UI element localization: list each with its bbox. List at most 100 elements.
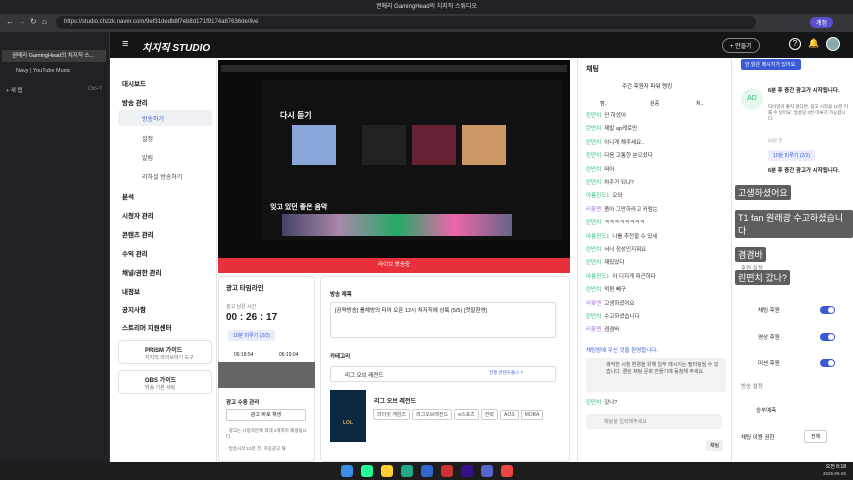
chat-message: 린떤치 갔나? <box>586 400 618 406</box>
refresh-icon[interactable]: ↻ <box>30 17 37 26</box>
nav-myinfo[interactable]: 내정보 <box>122 286 140 296</box>
ad-time-end: 06:19:04 <box>279 352 299 358</box>
tag[interactable]: 리그오브레전드 <box>412 409 453 420</box>
rank-2: 원중 <box>650 101 660 107</box>
nav-broadcast[interactable]: 방송 관리 <box>122 97 148 107</box>
tab-active[interactable]: 권메리 GamingHead의 치지직 스... <box>2 50 106 62</box>
ad-delay-button[interactable]: 10분 미루기 (2/2) <box>228 330 276 341</box>
nav-channel[interactable]: 채널/권한 관리 <box>122 267 162 277</box>
ad-remaining-time: 00 : 26 : 17 <box>226 312 278 323</box>
prism-guide[interactable]: PRISM 가이드 치지직 라이브하기 도구 <box>118 340 212 364</box>
chat-message: 린떤치 수고하셨습니다 <box>586 314 640 320</box>
ad-note: · 방송시작 10분 전, 자동광고 재 <box>226 446 286 451</box>
taskbar-app-icon[interactable] <box>441 465 453 477</box>
title-input[interactable]: [공략방송] 롤체방의 티어 오픈 12시 치지직에 상륙 (5/5) [첫말환… <box>330 302 556 338</box>
folder-icon[interactable] <box>381 465 393 477</box>
tag[interactable]: 라이엇 게임즈 <box>373 409 410 420</box>
rank-1: 캠.. <box>600 101 608 107</box>
tab-sidebar <box>0 32 110 462</box>
nav-sub-golive[interactable]: 방송하기 <box>142 114 164 123</box>
windows-start-icon[interactable] <box>341 465 353 477</box>
preview-section1: 다시 듣기 <box>280 111 312 120</box>
chat-message: 아름진드1 오와 <box>586 193 623 200</box>
preview-browser-bar <box>221 65 567 72</box>
ad-remaining-label: 광고 남은 시간 <box>226 304 257 310</box>
tab-youtube-music[interactable]: Navy | YouTube Music <box>2 65 106 77</box>
chrome-icon[interactable] <box>501 465 513 477</box>
chat-message: 리꽃엔 겸겸바 <box>586 327 620 334</box>
nav-revenue[interactable]: 수익 관리 <box>122 248 148 258</box>
new-tab-button[interactable]: + 새 탭 <box>6 86 22 94</box>
ad-note: · 광고는 시청자분께 최대 2개까지 재생됩니다. <box>226 428 307 439</box>
window-title: 권메리 GamingHead의 치지직 스튜디오 <box>0 0 853 14</box>
help-icon[interactable]: ? <box>789 38 801 50</box>
avatar[interactable] <box>826 37 840 51</box>
tag[interactable]: e스포츠 <box>454 409 479 420</box>
premiere-icon[interactable] <box>461 465 473 477</box>
ad-avatar: AD <box>741 88 763 110</box>
studio-logo[interactable]: 치지직 STUDIO <box>142 39 210 54</box>
chat-send-button[interactable]: 채팅 <box>706 440 724 451</box>
live-badge: 라이브 방송중 <box>218 258 570 273</box>
profile-button[interactable]: 계정 <box>810 17 834 28</box>
obs-guide[interactable]: OBS 가이드 방송 기본 세팅 <box>118 370 212 394</box>
notice-title: 6분 후 중간 광고가 시작됩니다. <box>768 168 840 174</box>
edge-icon[interactable] <box>401 465 413 477</box>
album-art <box>362 125 406 165</box>
mission-donation-label: 미션 후원 <box>758 361 780 367</box>
chat-message: 린떤치 ㅋㅋㅋㅋㅋㅋㅋㅋ <box>586 220 645 227</box>
taskbar-app-icon[interactable] <box>421 465 433 477</box>
studio-nav: 대시보드 방송 관리 방송하기 설정 알림 리하설 방송하기 분석 시청자 관리… <box>110 58 217 462</box>
chat-message: 린떤치 차주가 되냐? <box>586 180 635 186</box>
nav-sub-alerts[interactable]: 알림 <box>142 153 153 162</box>
chat-input[interactable]: 채팅을 입력해주세요 <box>586 414 722 429</box>
taskbar-app-icon[interactable] <box>361 465 373 477</box>
rank-3: 처.. <box>696 101 704 107</box>
chat-donation-toggle[interactable] <box>820 306 835 314</box>
overlay-chat: 린떤치 갔나? <box>735 270 790 285</box>
nav-notice[interactable]: 공지사항 <box>122 304 146 314</box>
chat-rule: 쾌적한 시청 환경을 위해 일부 메시지는 필터링될 수 있습니다. 클린 채팅… <box>586 358 726 392</box>
album-art <box>412 125 456 165</box>
nav-viewers[interactable]: 시청자 관리 <box>122 210 154 220</box>
prediction-label[interactable]: 승부예측 <box>756 406 776 414</box>
new-tab-shortcut: Ctrl+T <box>88 86 102 92</box>
mission-donation-toggle[interactable] <box>820 359 835 367</box>
discord-icon[interactable] <box>481 465 493 477</box>
chat-message: 린떤치 먹편 빼구 <box>586 287 626 294</box>
chat-message: 린떤치 안 하셨어 <box>586 113 626 119</box>
ad-title: 광고 타임라인 <box>226 285 264 292</box>
category-badge[interactable]: 전쟁 콘텐츠플스 7 <box>489 370 523 376</box>
address-bar[interactable]: https://studio.chzzk.naver.com/9ef31dedb… <box>56 16 756 29</box>
nav-content[interactable]: 콘텐츠 관리 <box>122 229 154 239</box>
home-icon[interactable]: ⌂ <box>42 17 47 26</box>
chat-permission-label: 채팅 이용 권한 <box>741 435 775 441</box>
chat-donation-label: 채팅 후원 <box>758 308 780 314</box>
nav-support[interactable]: 스트리머 지원센터 <box>122 322 172 332</box>
nav-dashboard[interactable]: 대시보드 <box>122 78 146 88</box>
nav-sub-settings[interactable]: 설정 <box>142 134 153 143</box>
nav-sub-rehearsal[interactable]: 리하설 방송하기 <box>142 172 182 181</box>
album-art <box>462 125 506 165</box>
menu-icon[interactable]: ≡ <box>122 38 128 50</box>
notice-time: 24분 전 <box>768 138 783 143</box>
chat-permission-select[interactable]: 전체 <box>804 430 828 443</box>
bell-icon[interactable]: 🔔 <box>808 38 819 49</box>
video-donation-toggle[interactable] <box>820 333 835 341</box>
chat-message: 아름진드1 아 디지게 피곤하다 <box>586 273 656 280</box>
tag[interactable]: MOBA <box>520 410 544 420</box>
chat-message: 린떤치 제발 ap케로만 <box>586 126 638 133</box>
overlay-chat: T1 fan 원래광 수고하셨습니다 <box>735 210 853 238</box>
notice-delay-button[interactable]: 10분 미루기 (2/2) <box>768 150 816 161</box>
chat-message: 리꽃엔 좀아 그만하라고 커럼는 <box>586 206 658 213</box>
ad-play-button[interactable]: 광고 바로 재생 <box>226 409 306 421</box>
chat-message: 린떤치 떠어 <box>586 166 615 173</box>
taskbar-date: 2026-06-26 <box>822 471 846 476</box>
nav-analytics[interactable]: 분석 <box>122 191 134 201</box>
tag[interactable]: 전략 <box>480 409 498 420</box>
chat-message: 린떤치 서너 정성인지뭐요 <box>586 247 647 253</box>
create-button[interactable]: + 만들기 <box>722 38 760 53</box>
forward-icon[interactable]: → <box>18 17 26 26</box>
tag[interactable]: AOS <box>500 410 519 420</box>
back-icon[interactable]: ← <box>6 17 14 26</box>
